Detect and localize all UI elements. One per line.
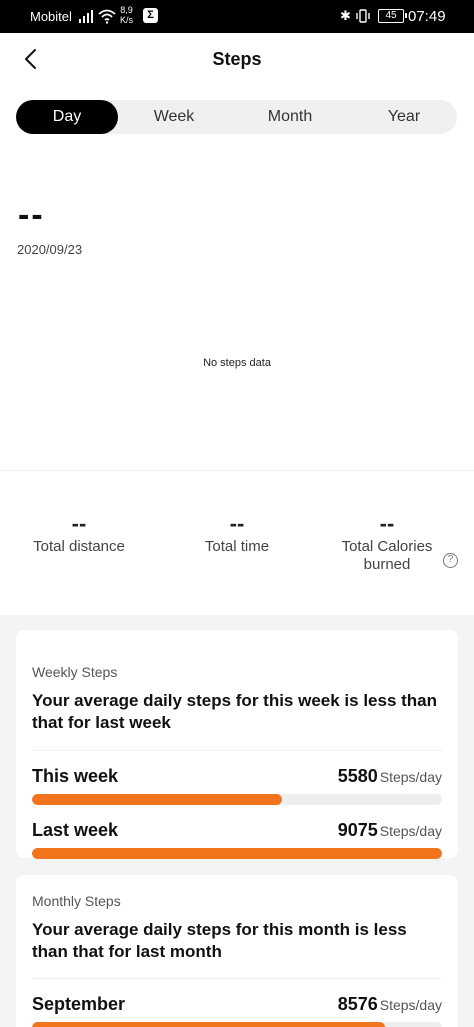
stat-total-time: -- Total time	[178, 510, 296, 556]
stat-label: Total time	[204, 538, 270, 555]
tab-week[interactable]: Week	[123, 100, 225, 134]
card-label: Weekly Steps	[32, 664, 118, 680]
notification-app-icon: Σ	[143, 8, 158, 23]
stat-label: Total Calories burned	[341, 538, 433, 573]
vibrate-icon	[356, 9, 370, 23]
stat-label: Total distance	[33, 538, 125, 555]
steps-unit: Steps/day	[379, 769, 442, 785]
row-value: 9075 Steps/day	[338, 820, 442, 841]
stat-total-distance: -- Total distance	[20, 510, 138, 556]
tab-year[interactable]: Year	[353, 100, 455, 134]
progress-fill	[32, 1022, 385, 1027]
weekly-steps-card: Weekly Steps Your average daily steps fo…	[16, 630, 458, 859]
bluetooth-icon: ✱	[340, 8, 351, 23]
steps-value: 9075	[337, 820, 378, 840]
progress-fill	[32, 794, 283, 805]
card-heading: Your average daily steps for this month …	[32, 920, 407, 961]
help-icon[interactable]: ?	[443, 553, 458, 568]
card-separator	[32, 978, 442, 979]
chart-empty-message: No steps data	[203, 357, 271, 369]
signal-icon	[79, 9, 95, 23]
row-name: Last week	[32, 820, 119, 840]
stat-value: --	[379, 511, 395, 536]
tab-day[interactable]: Day	[16, 100, 118, 134]
clock: 07:49	[408, 8, 446, 25]
battery-icon: 45	[378, 9, 407, 23]
progress-track	[32, 1022, 442, 1027]
selected-date: 2020/09/23	[17, 242, 83, 257]
card-separator	[32, 750, 442, 751]
period-tabs: Day Week Month Year	[16, 100, 457, 134]
steps-unit: Steps/day	[379, 823, 442, 839]
stat-value: --	[229, 511, 245, 536]
status-bar: Mobitel 8,9 K/s Σ ✱ 45 07:49	[0, 0, 474, 33]
tab-month[interactable]: Month	[239, 100, 341, 134]
network-speed: 8,9 K/s	[120, 5, 133, 25]
page-title: Steps	[212, 49, 262, 69]
steps-chart	[0, 270, 474, 470]
row-value: 5580 Steps/day	[338, 766, 442, 787]
speed-unit: K/s	[120, 15, 134, 25]
steps-value: 5580	[337, 766, 378, 786]
wifi-icon	[98, 9, 116, 24]
steps-unit: Steps/day	[379, 997, 442, 1013]
row-value: 8576 Steps/day	[338, 994, 442, 1015]
speed-value: 8,9	[120, 5, 133, 15]
monthly-steps-card: Monthly Steps Your average daily steps f…	[16, 875, 458, 1027]
stat-total-calories: -- Total Calories burned	[332, 510, 442, 574]
carrier-name: Mobitel	[30, 9, 72, 24]
daily-steps-value: --	[18, 196, 45, 234]
progress-fill	[32, 848, 442, 859]
progress-track	[32, 794, 442, 805]
progress-track	[32, 848, 442, 859]
stat-value: --	[71, 511, 87, 536]
card-label: Monthly Steps	[32, 893, 121, 909]
comparison-section: Weekly Steps Your average daily steps fo…	[0, 615, 474, 1027]
section-divider	[0, 470, 474, 471]
card-heading: Your average daily steps for this week i…	[32, 691, 438, 732]
steps-value: 8576	[337, 994, 378, 1014]
row-name: This week	[32, 766, 119, 786]
row-name: September	[32, 994, 126, 1014]
